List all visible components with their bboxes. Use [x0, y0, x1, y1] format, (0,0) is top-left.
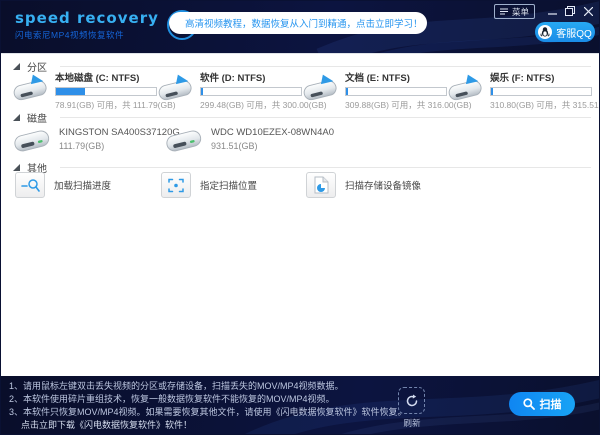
other-item-label: 指定扫描位置: [200, 178, 257, 192]
minimize-icon: [548, 7, 557, 16]
capacity-bar: [345, 87, 447, 96]
banner-text: 高清视频教程，数据恢复从入门到精通，点击立即学习！: [185, 16, 423, 30]
qq-penguin-icon: [538, 25, 552, 39]
qq-label: 客服QQ: [556, 25, 592, 40]
hard-drive-icon: [11, 122, 53, 156]
menu-button[interactable]: 菜单: [494, 4, 535, 19]
collapse-triangle-icon: [13, 63, 20, 70]
restore-icon: [565, 6, 575, 16]
partition-name: 娱乐 (F: NTFS): [490, 70, 600, 84]
section-divider: [60, 167, 591, 168]
capacity-bar: [200, 87, 302, 96]
app-window: speed recovery 闪电索尼MP4视频恢复软件 高清视频教程，数据恢复…: [0, 0, 600, 435]
scan-label: 扫描: [540, 396, 562, 412]
hard-drive-play-icon: [9, 70, 51, 104]
close-icon: [584, 7, 593, 16]
customer-service-qq-button[interactable]: 客服QQ: [535, 22, 595, 42]
collapse-triangle-icon: [13, 114, 20, 121]
refresh-arrow-icon: [398, 387, 425, 414]
capacity-bar-fill: [491, 88, 493, 95]
scan-button[interactable]: 扫描: [509, 392, 575, 416]
disk-name: KINGSTON SA400S37120G: [59, 127, 180, 138]
minimize-button[interactable]: [545, 5, 559, 17]
download-link[interactable]: 点击立即下载《闪电数据恢复软件》软件！: [9, 419, 407, 432]
disk-name: WDC WD10EZEX-08WN4A0: [211, 127, 334, 138]
magnifier-minus-icon: [15, 172, 45, 198]
refresh-label: 刷新: [398, 417, 426, 429]
main-content: 分区 本地磁盘 (C: NTFS) 78.91(GB) 可用，共 111.79(…: [1, 53, 599, 376]
capacity-bar-fill: [346, 88, 348, 95]
load-scan-progress-item[interactable]: 加载扫描进度: [15, 172, 111, 198]
tip-line-2: 2、本软件使用碎片重组技术，恢复一般数据恢复软件不能恢复的MOV/MP4视频。: [9, 393, 407, 406]
capacity-bar: [55, 87, 157, 96]
section-divider: [60, 117, 591, 118]
disk-capacity: 111.79(GB): [59, 141, 180, 151]
hard-drive-play-icon: [444, 70, 486, 104]
footer-tips: 1、请用鼠标左键双击丢失视频的分区或存储设备，扫描丢失的MOV/MP4视频数据。…: [9, 380, 407, 432]
logo-title: speed recovery: [15, 9, 159, 27]
other-item-label: 加载扫描进度: [54, 178, 111, 192]
restore-button[interactable]: [563, 5, 577, 17]
hard-drive-play-icon: [299, 70, 341, 104]
capacity-bar-fill: [56, 88, 85, 95]
hard-drive-icon: [163, 122, 205, 156]
refresh-button[interactable]: 刷新: [398, 387, 426, 429]
capacity-bar: [490, 87, 592, 96]
logo-subtitle: 闪电索尼MP4视频恢复软件: [15, 29, 159, 41]
hard-drive-play-icon: [154, 70, 196, 104]
disk-item-wdc[interactable]: WDC WD10EZEX-08WN4A0 931.51(GB): [163, 122, 334, 156]
tip-line-3: 3、本软件只恢复MOV/MP4视频。如果需要恢复其他文件，请使用《闪电数据恢复软…: [9, 406, 407, 419]
scan-device-image-item[interactable]: 扫描存储设备镜像: [306, 172, 421, 198]
disk-capacity: 931.51(GB): [211, 141, 334, 151]
hamburger-icon: [500, 8, 508, 15]
collapse-triangle-icon: [13, 164, 20, 171]
menu-label: 菜单: [512, 6, 529, 18]
section-divider: [60, 66, 591, 67]
tutorial-banner[interactable]: 高清视频教程，数据恢复从入门到精通，点击立即学习！: [169, 12, 427, 34]
specify-scan-location-item[interactable]: 指定扫描位置: [161, 172, 257, 198]
footer: 1、请用鼠标左键双击丢失视频的分区或存储设备，扫描丢失的MOV/MP4视频数据。…: [1, 376, 599, 434]
tip-line-1: 1、请用鼠标左键双击丢失视频的分区或存储设备，扫描丢失的MOV/MP4视频数据。: [9, 380, 407, 393]
disk-image-document-icon: [306, 172, 336, 198]
capacity-bar-fill: [201, 88, 203, 95]
close-button[interactable]: [581, 5, 595, 17]
scan-target-icon: [161, 172, 191, 198]
partition-item-e[interactable]: 文档 (E: NTFS) 309.88(GB) 可用，共 316.00(GB): [299, 70, 444, 111]
other-item-label: 扫描存储设备镜像: [345, 178, 421, 192]
disk-item-kingston[interactable]: KINGSTON SA400S37120G 111.79(GB): [11, 122, 180, 156]
magnifier-icon: [523, 398, 535, 410]
partition-item-c[interactable]: 本地磁盘 (C: NTFS) 78.91(GB) 可用，共 111.79(GB): [9, 70, 154, 111]
partition-item-d[interactable]: 软件 (D: NTFS) 299.48(GB) 可用，共 300.00(GB): [154, 70, 299, 111]
partition-item-f[interactable]: 娱乐 (F: NTFS) 310.80(GB) 可用，共 315.51(GB): [444, 70, 589, 111]
titlebar: speed recovery 闪电索尼MP4视频恢复软件 高清视频教程，数据恢复…: [1, 1, 599, 53]
